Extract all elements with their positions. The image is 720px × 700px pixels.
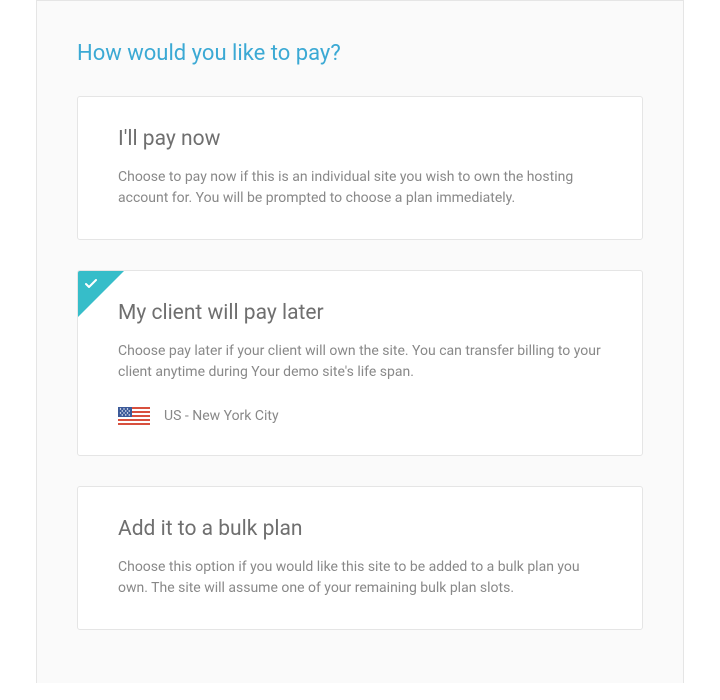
selected-badge xyxy=(78,271,124,317)
location-text: US - New York City xyxy=(164,408,279,424)
page-title: How would you like to pay? xyxy=(77,41,643,66)
option-title: I'll pay now xyxy=(118,127,602,151)
payment-panel: How would you like to pay? I'll pay now … xyxy=(36,0,684,683)
option-pay-now[interactable]: I'll pay now Choose to pay now if this i… xyxy=(77,96,643,240)
option-title: My client will pay later xyxy=(118,301,602,325)
check-icon xyxy=(85,279,97,292)
payment-content: How would you like to pay? I'll pay now … xyxy=(37,1,683,700)
option-description: Choose this option if you would like thi… xyxy=(118,557,602,599)
option-bulk-plan[interactable]: Add it to a bulk plan Choose this option… xyxy=(77,486,643,630)
option-description: Choose to pay now if this is an individu… xyxy=(118,167,602,209)
us-flag-icon xyxy=(118,407,150,425)
location-row: US - New York City xyxy=(118,407,602,425)
option-pay-later[interactable]: My client will pay later Choose pay late… xyxy=(77,270,643,456)
option-description: Choose pay later if your client will own… xyxy=(118,341,602,383)
option-title: Add it to a bulk plan xyxy=(118,517,602,541)
